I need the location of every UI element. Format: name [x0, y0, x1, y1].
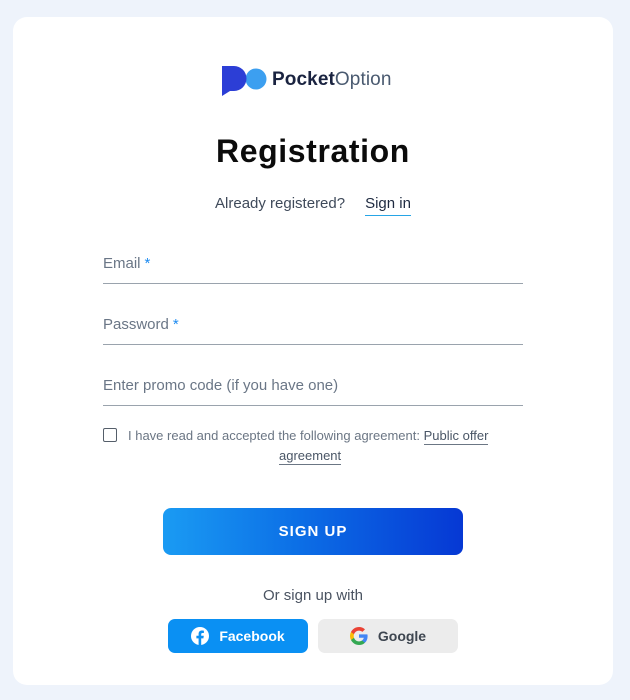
- brand-name-light: Option: [334, 69, 392, 90]
- password-field[interactable]: Password *: [103, 308, 523, 345]
- google-icon: [349, 627, 368, 645]
- or-sign-up-with-text: Or sign up with: [262, 587, 364, 604]
- brand-name-bold: Pocket: [272, 69, 335, 90]
- password-required-mark: *: [172, 316, 179, 333]
- google-button[interactable]: Google: [318, 619, 458, 653]
- pocket-option-logo-icon: [222, 66, 267, 96]
- already-registered-row: Already registered? Sign in: [13, 195, 613, 216]
- promo-code-field[interactable]: Enter promo code (if you have one): [103, 369, 523, 406]
- email-label-text: Email: [103, 255, 141, 272]
- email-required-mark: *: [144, 255, 151, 272]
- facebook-label: Facebook: [219, 628, 285, 644]
- agreement-checkbox[interactable]: [103, 428, 117, 442]
- password-label: Password *: [103, 316, 179, 333]
- registration-card: PocketOption Registration Already regist…: [13, 17, 613, 685]
- sign-up-button[interactable]: SIGN UP: [163, 508, 463, 555]
- sign-in-link[interactable]: Sign in: [365, 195, 411, 216]
- already-registered-text: Already registered?: [215, 195, 346, 212]
- password-label-text: Password: [103, 316, 169, 333]
- agreement-link[interactable]: agreement: [279, 448, 342, 465]
- promo-code-placeholder: Enter promo code (if you have one): [103, 377, 339, 394]
- page-title: Registration: [216, 133, 410, 169]
- agreement-text: I have read and accepted the following a…: [128, 428, 420, 443]
- public-offer-link[interactable]: Public offer: [423, 428, 489, 445]
- brand-logo[interactable]: PocketOption: [220, 64, 392, 96]
- facebook-icon: [191, 627, 210, 645]
- facebook-button[interactable]: Facebook: [168, 619, 308, 653]
- google-label: Google: [377, 628, 427, 644]
- email-label: Email *: [103, 255, 150, 272]
- brand-name: PocketOption: [272, 69, 392, 91]
- agreement-line-1: I have read and accepted the following a…: [128, 426, 489, 446]
- agreement-line-2: agreement: [279, 446, 342, 466]
- email-field[interactable]: Email *: [103, 247, 523, 284]
